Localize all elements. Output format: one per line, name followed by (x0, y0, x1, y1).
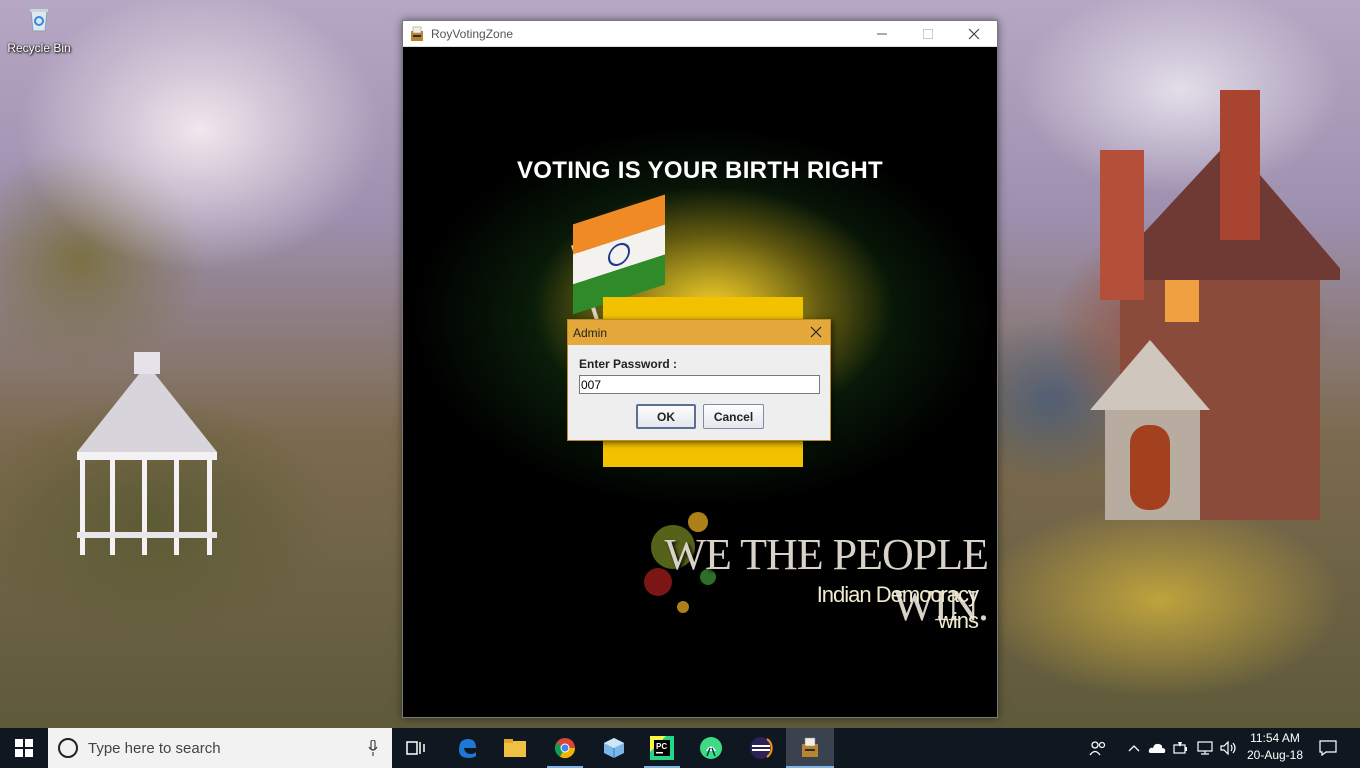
pycharm-taskbar-button[interactable]: PC (638, 728, 686, 768)
ok-button[interactable]: OK (636, 404, 696, 429)
file-explorer-taskbar-button[interactable] (491, 728, 539, 768)
cancel-button[interactable]: Cancel (703, 404, 764, 429)
recycle-bin-label: Recycle Bin (7, 41, 71, 55)
network-button[interactable] (1194, 728, 1216, 768)
people-button[interactable] (1084, 728, 1112, 768)
voting-box-icon (411, 26, 423, 41)
voting-app-taskbar-button[interactable] (786, 728, 834, 768)
svg-text:PC: PC (656, 742, 667, 751)
onedrive-button[interactable] (1146, 728, 1168, 768)
clock[interactable]: 11:54 AM 20-Aug-18 (1240, 730, 1310, 764)
task-view-button[interactable] (392, 728, 440, 768)
chevron-up-icon (1128, 745, 1140, 752)
power-icon (1173, 742, 1187, 754)
clock-date: 20-Aug-18 (1246, 748, 1304, 762)
window-title: RoyVotingZone (431, 26, 514, 41)
search-placeholder: Type here to search (88, 739, 221, 757)
wallpaper-cottage (1090, 90, 1340, 520)
onedrive-icon (1148, 743, 1166, 753)
search-box[interactable]: Type here to search (48, 728, 392, 768)
taskbar: Type here to search PC 11:54 AM 20-Aug-1… (0, 728, 1360, 768)
minimize-icon (877, 33, 887, 35)
edge-taskbar-button[interactable] (443, 728, 491, 768)
volume-button[interactable] (1218, 728, 1240, 768)
eclipse-icon (750, 737, 773, 759)
password-input[interactable] (579, 375, 820, 394)
microphone-icon[interactable] (368, 740, 378, 756)
pycharm-icon: PC (650, 736, 674, 760)
close-icon (968, 28, 980, 40)
recycle-bin-icon (30, 9, 48, 32)
password-label: Enter Password : (579, 357, 678, 371)
voting-app-icon (802, 737, 818, 757)
close-icon (810, 326, 822, 338)
minimize-button[interactable] (859, 21, 905, 47)
admin-password-dialog: Admin Enter Password : OK Cancel (567, 319, 831, 441)
eclipse-taskbar-button[interactable] (737, 728, 785, 768)
edge-icon (459, 739, 476, 758)
maximize-icon (923, 29, 933, 39)
people-icon (1089, 741, 1106, 756)
file-explorer-icon (504, 739, 526, 757)
sub-tagline: Indian Democracy wins (816, 582, 979, 633)
recycle-bin-shortcut[interactable]: Recycle Bin (4, 6, 74, 58)
windows-logo-icon (15, 739, 33, 757)
virtualbox-icon (604, 738, 624, 758)
clock-time: 11:54 AM (1250, 731, 1300, 745)
power-button[interactable] (1170, 728, 1192, 768)
task-view-icon (406, 741, 425, 755)
wallpaper-gazebo (77, 352, 217, 555)
headline: VOTING IS YOUR BIRTH RIGHT (516, 157, 884, 184)
show-hidden-icons-button[interactable] (1124, 728, 1144, 768)
dialog-title: Admin (573, 325, 608, 340)
action-center-icon (1319, 740, 1337, 756)
volume-icon (1220, 741, 1236, 755)
maximize-button[interactable] (905, 21, 951, 47)
android-studio-icon (700, 737, 722, 759)
window-titlebar[interactable]: RoyVotingZone (403, 21, 997, 47)
dialog-close-button[interactable] (806, 322, 826, 342)
action-center-button[interactable] (1314, 728, 1342, 768)
chrome-taskbar-button[interactable] (541, 728, 589, 768)
virtualbox-taskbar-button[interactable] (590, 728, 638, 768)
dialog-titlebar[interactable]: Admin (568, 320, 830, 345)
network-icon (1197, 741, 1213, 755)
android-studio-taskbar-button[interactable] (687, 728, 735, 768)
cortana-icon (58, 738, 78, 758)
start-button[interactable] (0, 728, 48, 768)
close-button[interactable] (951, 21, 997, 47)
chrome-icon (554, 738, 576, 759)
